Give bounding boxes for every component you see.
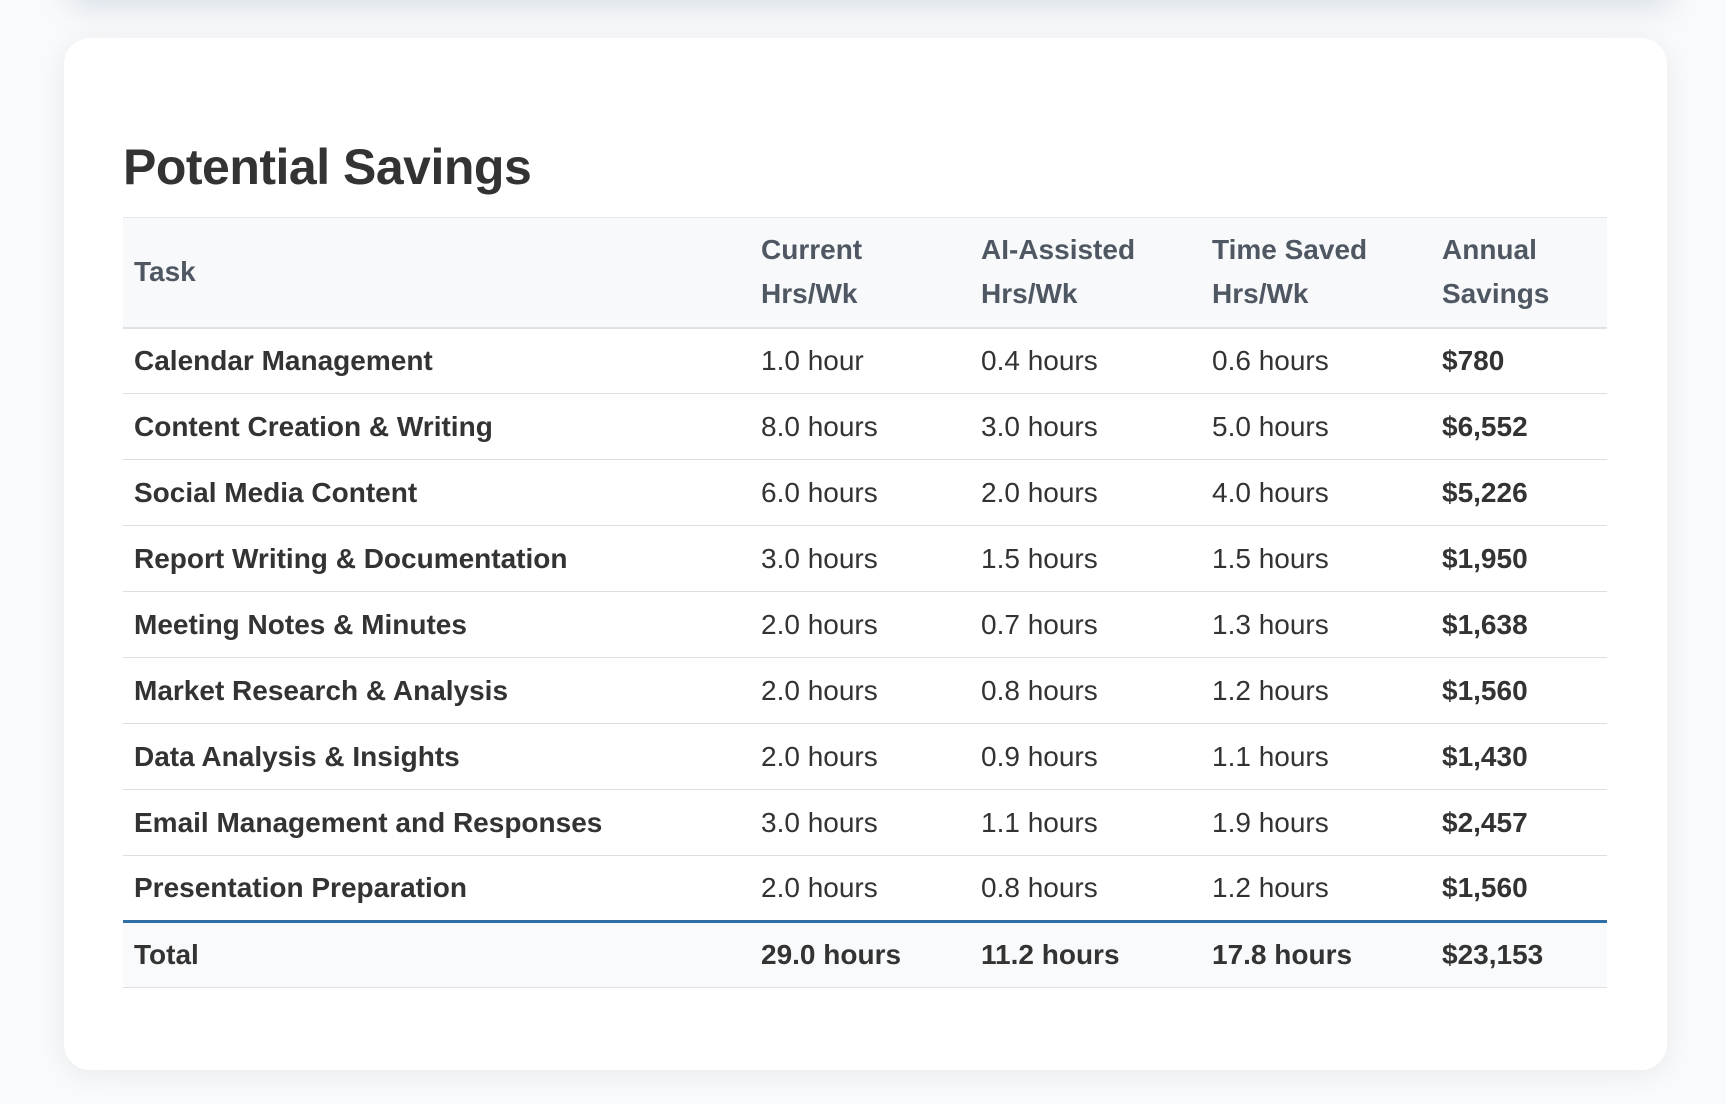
saved-hrs-cell: 1.9 hours xyxy=(1201,789,1431,856)
table-row: Email Management and Responses 3.0 hours… xyxy=(123,789,1607,856)
annual-savings-cell: $780 xyxy=(1431,327,1607,394)
ai-hrs-cell: 0.7 hours xyxy=(970,591,1201,658)
total-saved-hrs: 17.8 hours xyxy=(1201,920,1431,988)
table-row: Presentation Preparation 2.0 hours 0.8 h… xyxy=(123,855,1607,922)
saved-hrs-cell: 1.1 hours xyxy=(1201,723,1431,790)
annual-savings-cell: $6,552 xyxy=(1431,393,1607,460)
savings-table: Task Current Hrs/Wk AI-Assisted Hrs/Wk Tim… xyxy=(123,217,1607,988)
ai-hrs-cell: 1.1 hours xyxy=(970,789,1201,856)
annual-savings-cell: $5,226 xyxy=(1431,459,1607,526)
table-row: Content Creation & Writing 8.0 hours 3.0… xyxy=(123,393,1607,460)
total-current-hrs: 29.0 hours xyxy=(750,920,970,988)
total-ai-hrs: 11.2 hours xyxy=(970,920,1201,988)
page-title: Potential Savings xyxy=(123,139,532,195)
ai-hrs-cell: 0.8 hours xyxy=(970,657,1201,724)
annual-savings-cell: $1,950 xyxy=(1431,525,1607,592)
total-annual-savings: $23,153 xyxy=(1431,920,1607,988)
total-label: Total xyxy=(123,920,750,988)
current-hrs-cell: 1.0 hour xyxy=(750,327,970,394)
saved-hrs-cell: 1.2 hours xyxy=(1201,855,1431,922)
ai-hrs-cell: 2.0 hours xyxy=(970,459,1201,526)
ai-hrs-cell: 0.8 hours xyxy=(970,855,1201,922)
table-row: Social Media Content 6.0 hours 2.0 hours… xyxy=(123,459,1607,526)
header-time-saved-hrs: Time Saved Hrs/Wk xyxy=(1201,217,1431,329)
header-row: Task Current Hrs/Wk AI-Assisted Hrs/Wk Tim… xyxy=(123,217,1607,329)
current-hrs-cell: 2.0 hours xyxy=(750,591,970,658)
header-current-hrs: Current Hrs/Wk xyxy=(750,217,970,329)
saved-hrs-cell: 1.3 hours xyxy=(1201,591,1431,658)
header-task: Task xyxy=(123,217,750,329)
table-row: Meeting Notes & Minutes 2.0 hours 0.7 ho… xyxy=(123,591,1607,658)
table-row: Data Analysis & Insights 2.0 hours 0.9 h… xyxy=(123,723,1607,790)
ai-hrs-cell: 0.9 hours xyxy=(970,723,1201,790)
current-hrs-cell: 3.0 hours xyxy=(750,525,970,592)
task-cell: Calendar Management xyxy=(123,327,750,394)
task-cell: Meeting Notes & Minutes xyxy=(123,591,750,658)
header-ai-assisted-hrs: AI-Assisted Hrs/Wk xyxy=(970,217,1201,329)
ai-hrs-cell: 0.4 hours xyxy=(970,327,1201,394)
table-row: Market Research & Analysis 2.0 hours 0.8… xyxy=(123,657,1607,724)
current-hrs-cell: 2.0 hours xyxy=(750,657,970,724)
current-hrs-cell: 2.0 hours xyxy=(750,855,970,922)
total-row: Total 29.0 hours 11.2 hours 17.8 hours $… xyxy=(123,920,1607,988)
saved-hrs-cell: 1.2 hours xyxy=(1201,657,1431,724)
current-hrs-cell: 8.0 hours xyxy=(750,393,970,460)
table-row: Report Writing & Documentation 3.0 hours… xyxy=(123,525,1607,592)
task-cell: Email Management and Responses xyxy=(123,789,750,856)
potential-savings-card: Potential Savings Task Current Hrs/Wk AI-… xyxy=(64,38,1667,1070)
task-cell: Content Creation & Writing xyxy=(123,393,750,460)
annual-savings-cell: $1,560 xyxy=(1431,855,1607,922)
current-hrs-cell: 6.0 hours xyxy=(750,459,970,526)
annual-savings-cell: $1,560 xyxy=(1431,657,1607,724)
saved-hrs-cell: 4.0 hours xyxy=(1201,459,1431,526)
table-footer: Total 29.0 hours 11.2 hours 17.8 hours $… xyxy=(123,920,1607,988)
ai-hrs-cell: 1.5 hours xyxy=(970,525,1201,592)
saved-hrs-cell: 1.5 hours xyxy=(1201,525,1431,592)
table-header: Task Current Hrs/Wk AI-Assisted Hrs/Wk Tim… xyxy=(123,217,1607,329)
table-row: Calendar Management 1.0 hour 0.4 hours 0… xyxy=(123,327,1607,394)
ai-hrs-cell: 3.0 hours xyxy=(970,393,1201,460)
saved-hrs-cell: 0.6 hours xyxy=(1201,327,1431,394)
current-hrs-cell: 3.0 hours xyxy=(750,789,970,856)
saved-hrs-cell: 5.0 hours xyxy=(1201,393,1431,460)
annual-savings-cell: $1,638 xyxy=(1431,591,1607,658)
header-annual-savings: Annual Savings xyxy=(1431,217,1607,329)
task-cell: Data Analysis & Insights xyxy=(123,723,750,790)
task-cell: Social Media Content xyxy=(123,459,750,526)
annual-savings-cell: $2,457 xyxy=(1431,789,1607,856)
annual-savings-cell: $1,430 xyxy=(1431,723,1607,790)
task-cell: Report Writing & Documentation xyxy=(123,525,750,592)
table-body: Calendar Management 1.0 hour 0.4 hours 0… xyxy=(123,327,1607,922)
task-cell: Market Research & Analysis xyxy=(123,657,750,724)
current-hrs-cell: 2.0 hours xyxy=(750,723,970,790)
task-cell: Presentation Preparation xyxy=(123,855,750,922)
